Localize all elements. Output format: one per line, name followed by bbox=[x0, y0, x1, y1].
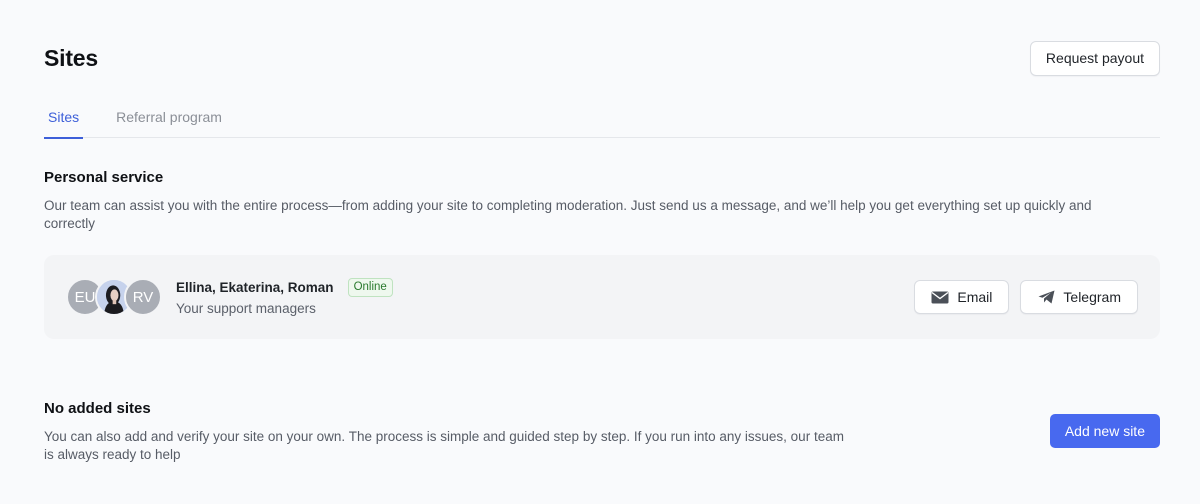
telegram-button-label: Telegram bbox=[1063, 289, 1121, 305]
tab-bar: Sites Referral program bbox=[44, 96, 1160, 139]
manager-names: Ellina, Ekaterina, Roman bbox=[176, 280, 334, 295]
telegram-icon bbox=[1037, 290, 1055, 304]
no-sites-description: You can also add and verify your site on… bbox=[44, 429, 844, 462]
telegram-button[interactable]: Telegram bbox=[1020, 280, 1138, 314]
email-button[interactable]: Email bbox=[914, 280, 1010, 314]
support-managers-card: EU RV Ellina, Ekaterina, Roman Online Yo… bbox=[44, 255, 1160, 339]
manager-avatars: EU RV bbox=[66, 277, 166, 317]
manager-role: Your support managers bbox=[176, 301, 316, 316]
contact-actions: Email Telegram bbox=[914, 280, 1138, 314]
page-header: Sites Request payout bbox=[44, 40, 1160, 76]
status-badge: Online bbox=[347, 278, 393, 297]
personal-service-description: Our team can assist you with the entire … bbox=[44, 198, 1092, 231]
personal-service-title: Personal service bbox=[44, 169, 164, 186]
email-button-label: Email bbox=[957, 289, 993, 305]
request-payout-button[interactable]: Request payout bbox=[1029, 40, 1160, 76]
envelope-icon bbox=[931, 290, 949, 304]
tab-sites[interactable]: Sites bbox=[44, 96, 84, 139]
page-title: Sites bbox=[44, 44, 98, 71]
tab-referral-program[interactable]: Referral program bbox=[112, 96, 226, 138]
manager-info: Ellina, Ekaterina, Roman Online Your sup… bbox=[176, 278, 393, 316]
page: Sites Request payout Sites Referral prog… bbox=[0, 0, 1200, 504]
add-new-site-button[interactable]: Add new site bbox=[1049, 414, 1160, 448]
avatar-rv: RV bbox=[124, 278, 162, 316]
no-sites-title: No added sites bbox=[44, 400, 151, 417]
